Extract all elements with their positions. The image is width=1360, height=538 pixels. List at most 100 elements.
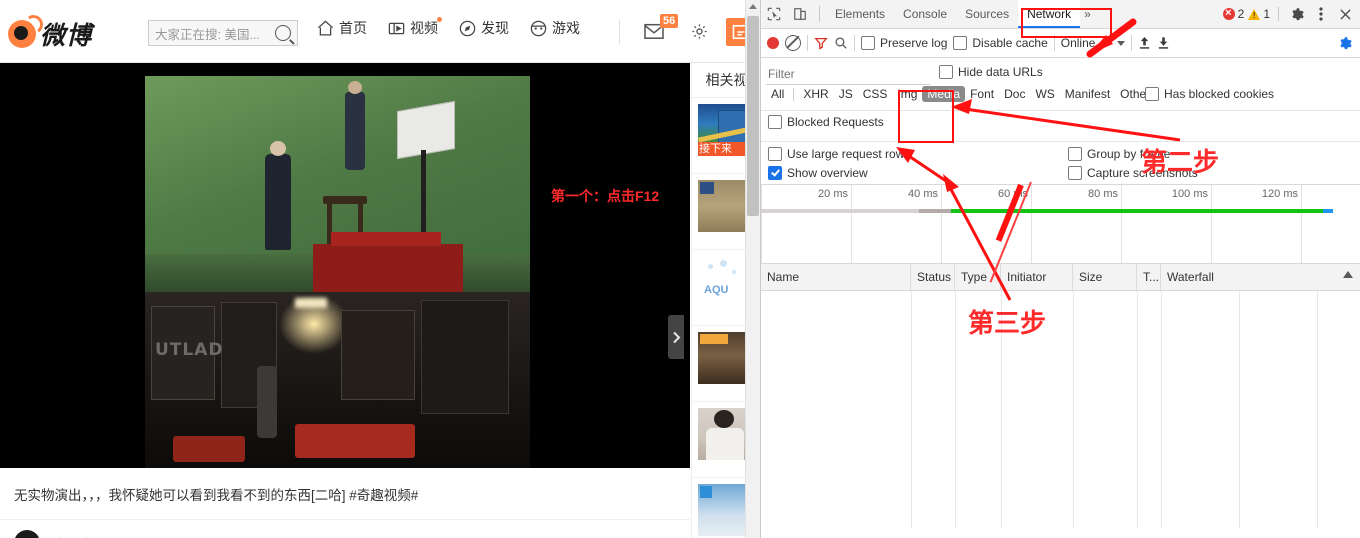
type-filter-js[interactable]: JS	[834, 86, 858, 102]
nav-item-video[interactable]: 视频	[387, 17, 442, 38]
column-header-type[interactable]: Type	[955, 264, 1001, 290]
record-button[interactable]	[767, 37, 779, 49]
has-blocked-cookies-checkbox[interactable]: Has blocked cookies	[1145, 87, 1274, 101]
disable-cache-checkbox[interactable]: Disable cache	[953, 36, 1048, 50]
preserve-log-checkbox[interactable]: Preserve log	[861, 36, 947, 50]
search-input[interactable]: 大家正在搜: 美国...	[155, 24, 275, 43]
filter-input[interactable]	[766, 63, 930, 85]
import-har-icon[interactable]	[1138, 36, 1151, 50]
home-icon	[316, 19, 335, 38]
inspect-element-icon[interactable]	[761, 1, 787, 27]
group-by-frame-checkbox[interactable]: Group by frame	[1068, 147, 1170, 161]
scrollbar-thumb[interactable]	[747, 16, 759, 216]
type-filter-font[interactable]: Font	[965, 86, 999, 102]
type-filter-doc[interactable]: Doc	[999, 86, 1030, 102]
capture-screenshots-checkbox[interactable]: Capture screenshots	[1068, 166, 1198, 180]
export-har-icon[interactable]	[1157, 36, 1170, 50]
tab-sources[interactable]: Sources	[956, 0, 1018, 28]
video-scene-bottom: UTLAD	[145, 292, 530, 468]
checkbox-box	[1068, 166, 1082, 180]
column-header-size[interactable]: Size	[1073, 264, 1137, 290]
column-header-time[interactable]: T...	[1137, 264, 1161, 290]
more-tabs-icon[interactable]: »	[1080, 7, 1095, 21]
page-scrollbar[interactable]	[745, 0, 760, 538]
related-item-label: 接下来	[698, 142, 752, 156]
cave-thumb	[698, 332, 752, 384]
avatar[interactable]	[14, 530, 40, 538]
warning-icon	[1248, 8, 1261, 20]
checkbox-box	[953, 36, 968, 50]
network-table-body[interactable]	[761, 291, 1360, 528]
overview-band-dom	[1323, 209, 1333, 213]
search-icon[interactable]	[275, 25, 291, 41]
devtools-tabs: Elements Console Sources Network »	[826, 0, 1095, 28]
nav-label-home: 首页	[339, 20, 367, 36]
weibo-logo[interactable]: 微博	[8, 16, 92, 52]
show-overview-checkbox[interactable]: Show overview	[768, 166, 868, 180]
more-vertical-icon[interactable]	[1311, 4, 1331, 24]
tab-console[interactable]: Console	[894, 0, 956, 28]
column-header-initiator[interactable]: Initiator	[1001, 264, 1073, 290]
scroll-up-arrow-icon[interactable]	[749, 4, 757, 9]
weibo-header: 微博 大家正在搜: 美国... 首页 视频 发现 游戏 56	[0, 0, 760, 63]
network-table-header: Name Status Type Initiator Size T... Wat…	[761, 264, 1360, 291]
blocked-requests-row: Blocked Requests	[761, 111, 1360, 141]
type-filter-manifest[interactable]: Manifest	[1060, 86, 1115, 102]
search-box[interactable]: 大家正在搜: 美国...	[148, 20, 298, 46]
overview-tick-label: 100 ms	[1171, 188, 1208, 200]
chevron-right-icon[interactable]	[668, 315, 684, 359]
blocked-requests-checkbox[interactable]: Blocked Requests	[768, 115, 884, 129]
type-filter-all[interactable]: All	[766, 86, 789, 102]
checkbox-box	[861, 36, 875, 50]
game-icon	[529, 19, 548, 38]
toolbar-divider-4	[1131, 35, 1133, 51]
throttling-select[interactable]: Online	[1061, 36, 1126, 50]
nav-item-home[interactable]: 首页	[316, 18, 367, 38]
disable-cache-label: Disable cache	[972, 36, 1048, 50]
warning-count[interactable]: 1	[1248, 7, 1270, 21]
column-header-name[interactable]: Name	[761, 264, 911, 290]
weibo-nav: 首页 视频 发现 游戏	[316, 17, 580, 38]
aqua-label: AQU	[704, 284, 729, 296]
column-header-status[interactable]: Status	[911, 264, 955, 290]
tabbar-divider	[819, 6, 820, 22]
screen: 微博 大家正在搜: 美国... 首页 视频 发现 游戏 56 UTLAD 第一个…	[0, 0, 1360, 538]
devtools-tabbar: Elements Console Sources Network » 2 1	[761, 0, 1360, 29]
type-filter-img[interactable]: Img	[892, 86, 922, 102]
use-large-request-rows-checkbox[interactable]: Use large request rows	[768, 147, 910, 161]
tab-elements[interactable]: Elements	[826, 0, 894, 28]
overview-band-wait	[919, 209, 951, 213]
nav-item-game[interactable]: 游戏	[529, 18, 580, 38]
clear-icon[interactable]	[785, 35, 801, 51]
hide-data-urls-checkbox[interactable]: Hide data URLs	[939, 65, 1043, 79]
type-filter-media[interactable]: Media	[922, 86, 966, 102]
blocked-requests-label: Blocked Requests	[787, 115, 884, 129]
network-filterbar: Hide data URLs All XHR JS CSS Img Media …	[761, 58, 1360, 111]
tab-network[interactable]: Network	[1018, 0, 1081, 28]
toggle-device-toolbar-icon[interactable]	[787, 1, 813, 27]
checkbox-box	[768, 147, 782, 161]
group-by-frame-label: Group by frame	[1087, 147, 1171, 161]
overview-band-idle	[761, 209, 919, 213]
error-count[interactable]: 2	[1222, 6, 1244, 21]
checkbox-box	[768, 166, 782, 180]
hide-data-urls-label: Hide data URLs	[958, 65, 1043, 79]
network-settings-icon[interactable]	[1338, 36, 1353, 54]
annotation-step-one: 第一个：点击F12	[551, 188, 660, 204]
type-filter-ws[interactable]: WS	[1030, 86, 1059, 102]
filter-funnel-icon[interactable]	[814, 36, 828, 50]
checkbox-box	[939, 65, 953, 79]
poster-name[interactable]: 点个全说的	[54, 534, 119, 538]
close-icon[interactable]	[1335, 4, 1355, 24]
sort-ascending-icon[interactable]	[1343, 271, 1353, 278]
video-player[interactable]: UTLAD 第一个：点击F12	[0, 63, 690, 468]
type-filter-xhr[interactable]: XHR	[798, 86, 833, 102]
gear-icon[interactable]	[690, 22, 709, 44]
network-overview[interactable]: 20 ms 40 ms 60 ms 80 ms 100 ms 120 ms 14…	[761, 185, 1360, 264]
gear-icon[interactable]	[1287, 4, 1307, 24]
checkbox-box	[768, 115, 782, 129]
type-filter-css[interactable]: CSS	[858, 86, 893, 102]
column-header-waterfall[interactable]: Waterfall	[1161, 264, 1360, 290]
search-icon[interactable]	[834, 36, 848, 50]
nav-item-discover[interactable]: 发现	[458, 18, 509, 38]
